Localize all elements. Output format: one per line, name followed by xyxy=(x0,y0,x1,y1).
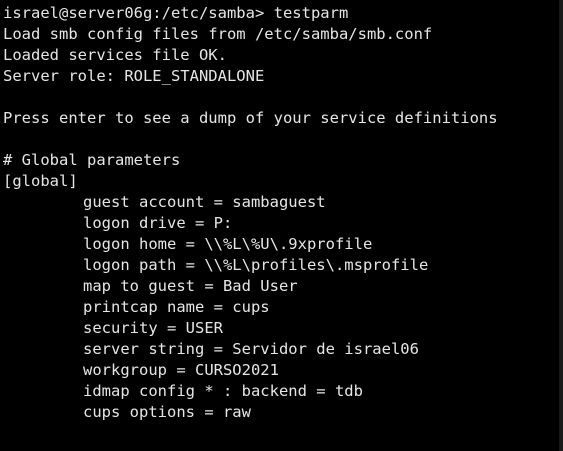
config-param-line: server string = Servidor de israel06 xyxy=(83,340,419,358)
command-prompt-line: israel@server06g:/etc/samba> testparm xyxy=(3,4,349,22)
output-line: Server role: ROLE_STANDALONE xyxy=(3,67,265,85)
terminal-scrollbar[interactable] xyxy=(559,0,563,451)
config-param-line: guest account = sambaguest xyxy=(83,193,326,211)
section-header-line: [global] xyxy=(3,172,78,190)
config-param-line: logon drive = P: xyxy=(83,214,233,232)
output-line: Load smb config files from /etc/samba/sm… xyxy=(3,25,433,43)
output-line: Loaded services file OK. xyxy=(3,46,227,64)
config-param-line: logon home = \\%L\%U\.9xprofile xyxy=(83,235,373,253)
config-param-line: security = USER xyxy=(83,319,223,337)
terminal-output: israel@server06g:/etc/samba> testparm Lo… xyxy=(3,3,498,423)
terminal-window[interactable]: israel@server06g:/etc/samba> testparm Lo… xyxy=(0,0,563,451)
config-param-line: workgroup = CURSO2021 xyxy=(83,361,279,379)
config-param-line: idmap config * : backend = tdb xyxy=(83,382,363,400)
config-param-line: logon path = \\%L\profiles\.msprofile xyxy=(83,256,429,274)
output-line: Press enter to see a dump of your servic… xyxy=(3,109,498,127)
config-param-line: printcap name = cups xyxy=(83,298,270,316)
config-param-line: cups options = raw xyxy=(83,403,251,421)
config-param-line: map to guest = Bad User xyxy=(83,277,298,295)
comment-line: # Global parameters xyxy=(3,151,181,169)
